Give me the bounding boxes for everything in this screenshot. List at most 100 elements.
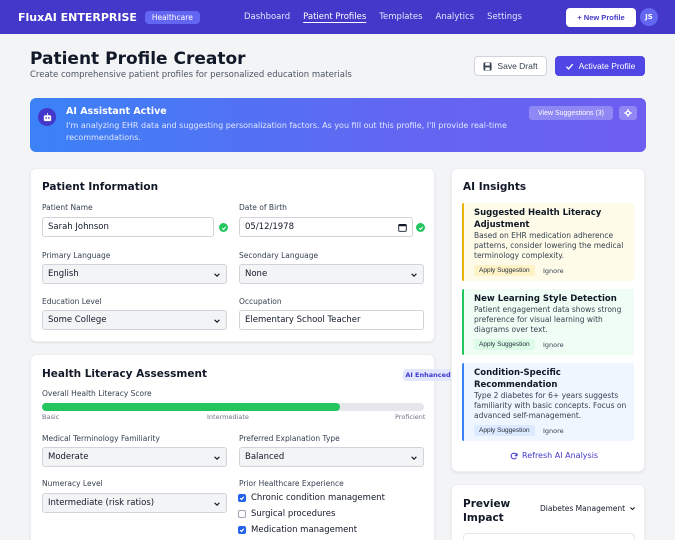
secondary-language-label: Secondary Language — [239, 251, 319, 260]
tick-proficient: Proficient — [395, 413, 426, 421]
refresh-ai-analysis-button[interactable]: Refresh AI Analysis — [510, 451, 598, 460]
calendar-icon[interactable] — [398, 223, 407, 232]
insight-text: Based on EHR medication adherence patter… — [474, 231, 624, 260]
checkbox-unchecked-icon[interactable] — [238, 510, 246, 518]
chevron-down-icon — [214, 502, 220, 506]
save-draft-label: Save Draft — [497, 61, 538, 71]
ai-enhanced-badge: AI Enhanced — [403, 369, 453, 381]
experience-medication-label: Medication management — [251, 525, 358, 535]
brand-logo[interactable]: FluxAI ENTERPRISE — [18, 11, 137, 24]
apply-suggestion-button[interactable]: Apply Suggestion — [474, 265, 535, 276]
numeracy-select[interactable]: Intermediate (risk ratios) — [42, 493, 227, 513]
nav-link-settings[interactable]: Settings — [487, 10, 522, 24]
name-verified-icon — [219, 223, 228, 232]
insight-text: Type 2 diabetes for 6+ years suggests fa… — [474, 391, 627, 420]
preview-impact-card: Preview Impact Diabetes Management — [451, 484, 645, 540]
literacy-score-fill — [42, 403, 340, 411]
brand-badge: Healthcare — [144, 10, 200, 24]
education-level-value: Some College — [48, 315, 107, 325]
patient-name-label: Patient Name — [42, 203, 93, 212]
experience-surgical-checkbox[interactable]: Surgical procedures — [238, 509, 335, 519]
preview-topic-select[interactable]: Diabetes Management — [540, 504, 636, 513]
tick-basic: Basic — [42, 413, 60, 421]
chevron-down-icon — [630, 507, 636, 511]
tick-intermediate: Intermediate — [207, 413, 249, 421]
insight-title: Suggested Health Literacy Adjustment — [474, 208, 602, 230]
checkbox-checked-icon[interactable] — [238, 494, 246, 502]
insight-text: Patient engagement data shows strong pre… — [474, 305, 622, 334]
activate-profile-button[interactable]: Activate Profile — [555, 56, 645, 76]
secondary-language-select[interactable]: None — [239, 264, 424, 284]
numeracy-label: Numeracy Level — [42, 479, 103, 488]
experience-chronic-checkbox[interactable]: Chronic condition management — [238, 493, 385, 503]
date-of-birth-value: 05/12/1978 — [245, 222, 294, 232]
ignore-button[interactable]: Ignore — [543, 341, 564, 349]
terminology-label: Medical Terminology Familiarity — [42, 434, 160, 443]
patient-information-card: Patient Information Patient Name Sarah J… — [30, 168, 435, 342]
explanation-type-label: Preferred Explanation Type — [239, 434, 340, 443]
top-nav: FluxAI ENTERPRISE Healthcare Dashboard P… — [0, 0, 675, 34]
occupation-input[interactable]: Elementary School Teacher — [239, 310, 424, 330]
ai-banner-title: AI Assistant Active — [66, 106, 167, 117]
experience-surgical-label: Surgical procedures — [251, 509, 336, 519]
gear-icon — [624, 109, 632, 117]
numeracy-value: Intermediate (risk ratios) — [48, 498, 155, 508]
patient-information-title: Patient Information — [42, 181, 159, 193]
nav-links: Dashboard Patient Profiles Templates Ana… — [244, 0, 535, 34]
occupation-label: Occupation — [239, 297, 282, 306]
secondary-language-value: None — [245, 269, 268, 279]
date-of-birth-input[interactable]: 05/12/1978 — [239, 217, 413, 237]
explanation-type-select[interactable]: Balanced — [239, 447, 424, 467]
insight-title: Condition-Specific Recommendation — [474, 368, 561, 390]
activate-profile-label: Activate Profile — [578, 61, 636, 71]
save-draft-button[interactable]: Save Draft — [474, 56, 547, 76]
literacy-score-label: Overall Health Literacy Score — [42, 389, 152, 398]
education-level-select[interactable]: Some College — [42, 310, 227, 330]
page-subtitle: Create comprehensive patient profiles fo… — [30, 70, 352, 80]
chevron-down-icon — [411, 273, 417, 277]
nav-link-templates[interactable]: Templates — [379, 10, 422, 24]
preview-impact-title: Preview Impact — [463, 498, 511, 524]
insight-learning-style: New Learning Style Detection Patient eng… — [462, 289, 634, 355]
apply-suggestion-button[interactable]: Apply Suggestion — [474, 339, 535, 350]
literacy-score-bar[interactable] — [42, 403, 424, 411]
health-literacy-card: Health Literacy Assessment AI Enhanced O… — [30, 354, 453, 540]
chevron-down-icon — [214, 456, 220, 460]
new-profile-button[interactable]: + New Profile — [566, 8, 636, 27]
refresh-icon — [510, 452, 518, 459]
primary-language-value: English — [48, 269, 79, 279]
dob-verified-icon — [416, 223, 425, 232]
primary-language-label: Primary Language — [42, 251, 111, 260]
nav-link-patient-profiles[interactable]: Patient Profiles — [303, 10, 366, 24]
date-of-birth-label: Date of Birth — [239, 203, 287, 212]
nav-link-dashboard[interactable]: Dashboard — [244, 10, 290, 24]
ignore-button[interactable]: Ignore — [543, 267, 564, 275]
healthcare-experience-label: Prior Healthcare Experience — [239, 479, 344, 488]
experience-medication-checkbox[interactable]: Medication management — [238, 525, 357, 535]
preview-topic-value: Diabetes Management — [540, 504, 626, 513]
ai-insights-title: AI Insights — [463, 181, 527, 193]
ignore-button[interactable]: Ignore — [543, 427, 564, 435]
health-literacy-title: Health Literacy Assessment — [42, 368, 207, 380]
ai-settings-button[interactable] — [619, 106, 637, 120]
patient-name-input[interactable]: Sarah Johnson — [42, 217, 214, 237]
nav-link-analytics[interactable]: Analytics — [436, 10, 475, 24]
terminology-value: Moderate — [48, 452, 89, 462]
checkbox-checked-icon[interactable] — [238, 526, 246, 534]
chevron-down-icon — [214, 273, 220, 277]
preview-content-frame — [463, 533, 635, 540]
ai-assistant-banner: AI Assistant Active I'm analyzing EHR da… — [30, 98, 646, 152]
view-suggestions-button[interactable]: View Suggestions (3) — [529, 106, 613, 120]
page-title: Patient Profile Creator — [30, 49, 246, 69]
robot-icon — [38, 108, 56, 126]
education-level-label: Education Level — [42, 297, 102, 306]
avatar[interactable]: JS — [640, 8, 658, 26]
terminology-select[interactable]: Moderate — [42, 447, 227, 467]
ai-banner-text: I'm analyzing EHR data and suggesting pe… — [66, 121, 507, 142]
insight-literacy-adjustment: Suggested Health Literacy Adjustment Bas… — [462, 203, 634, 281]
chevron-down-icon — [411, 456, 417, 460]
apply-suggestion-button[interactable]: Apply Suggestion — [474, 425, 535, 436]
primary-language-select[interactable]: English — [42, 264, 227, 284]
chevron-down-icon — [214, 319, 220, 323]
explanation-type-value: Balanced — [245, 452, 285, 462]
